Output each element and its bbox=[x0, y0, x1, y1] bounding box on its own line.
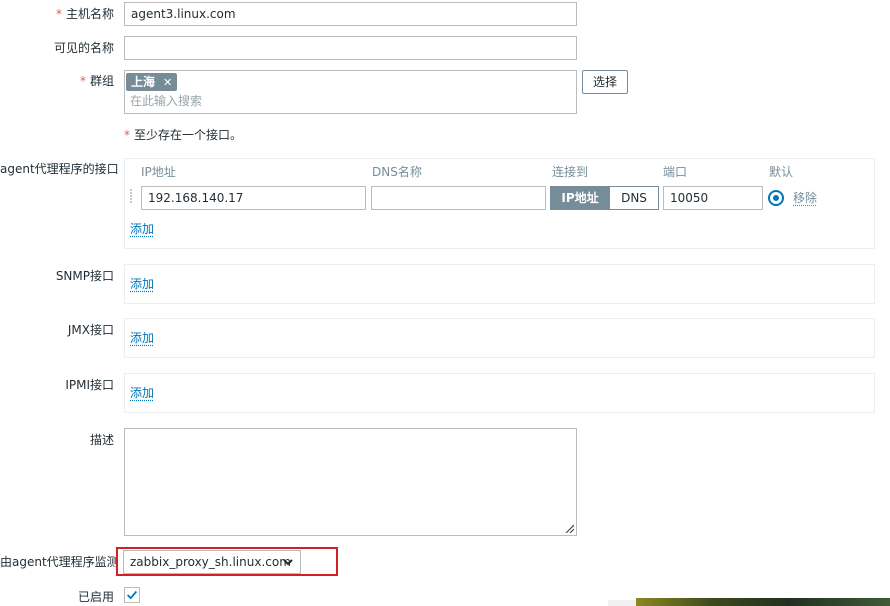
select-groups-button[interactable]: 选择 bbox=[582, 70, 628, 94]
interface-note-text: 至少存在一个接口。 bbox=[134, 128, 243, 142]
ipmi-interfaces-label: IPMI接口 bbox=[65, 378, 114, 392]
agent-interfaces-label: agent代理程序的接口 bbox=[0, 162, 119, 176]
snmp-interfaces-label: SNMP接口 bbox=[55, 269, 114, 283]
connect-dns-toggle[interactable]: DNS bbox=[609, 186, 659, 210]
interface-port-input[interactable]: 10050 bbox=[663, 186, 763, 210]
groups-label: * 群组 bbox=[0, 73, 114, 89]
column-port: 端口 bbox=[663, 165, 688, 179]
drag-handle-icon[interactable] bbox=[130, 188, 136, 208]
connect-ip-toggle[interactable]: IP地址 bbox=[550, 186, 610, 210]
check-icon bbox=[127, 590, 138, 600]
groups-search-placeholder[interactable]: 在此输入搜索 bbox=[130, 93, 202, 109]
proxy-select-value: zabbix_proxy_sh.linux.com bbox=[130, 555, 291, 569]
chevron-down-icon bbox=[283, 559, 293, 566]
jmx-interfaces-label: JMX接口 bbox=[67, 323, 114, 337]
group-chip: 上海 ✕ bbox=[126, 73, 178, 91]
column-default: 默认 bbox=[769, 165, 794, 179]
groups-label-text: 群组 bbox=[89, 74, 114, 88]
add-ipmi-interface-link[interactable]: 添加 bbox=[130, 385, 154, 401]
snmp-interfaces-panel bbox=[124, 264, 875, 304]
add-jmx-interface-link[interactable]: 添加 bbox=[130, 330, 154, 346]
add-agent-interface-link[interactable]: 添加 bbox=[130, 221, 154, 237]
column-dns: DNS名称 bbox=[372, 165, 422, 179]
host-name-input[interactable]: agent3.linux.com bbox=[124, 2, 577, 26]
remove-interface-link[interactable]: 移除 bbox=[793, 190, 817, 206]
required-mark: * bbox=[79, 74, 86, 88]
background-strip bbox=[608, 600, 636, 606]
add-snmp-interface-link[interactable]: 添加 bbox=[130, 276, 154, 292]
host-name-label: * 主机名称 bbox=[0, 6, 114, 22]
close-icon[interactable]: ✕ bbox=[163, 76, 172, 89]
column-connect-to: 连接到 bbox=[552, 165, 589, 179]
group-chip-label: 上海 bbox=[131, 75, 156, 89]
default-interface-radio[interactable] bbox=[768, 190, 784, 206]
proxy-select[interactable]: zabbix_proxy_sh.linux.com bbox=[123, 550, 301, 574]
column-ip: IP地址 bbox=[141, 165, 176, 179]
description-textarea[interactable] bbox=[124, 428, 577, 536]
ipmi-interfaces-panel bbox=[124, 373, 875, 413]
description-label: 描述 bbox=[89, 433, 114, 447]
required-mark: * bbox=[124, 128, 130, 142]
visible-name-input[interactable] bbox=[124, 36, 577, 60]
proxy-label: 由agent代理程序监测 bbox=[0, 555, 119, 569]
interface-dns-input[interactable] bbox=[371, 186, 546, 210]
visible-name-label: 可见的名称 bbox=[53, 41, 114, 55]
host-name-label-text: 主机名称 bbox=[65, 7, 114, 21]
jmx-interfaces-panel bbox=[124, 318, 875, 358]
enabled-label: 已启用 bbox=[77, 590, 114, 604]
background-photo bbox=[636, 598, 890, 606]
interface-note: * 至少存在一个接口。 bbox=[124, 127, 242, 143]
required-mark: * bbox=[55, 7, 62, 21]
interface-ip-input[interactable]: 192.168.140.17 bbox=[141, 186, 366, 210]
enabled-checkbox[interactable] bbox=[124, 587, 140, 603]
resize-handle-icon[interactable] bbox=[564, 523, 574, 533]
